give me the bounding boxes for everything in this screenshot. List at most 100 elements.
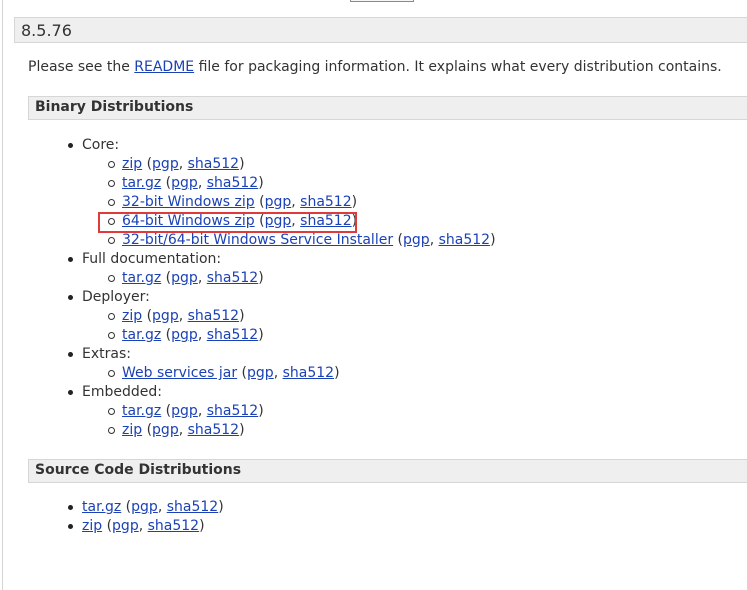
punct: ( (161, 175, 172, 191)
punct: ) (351, 194, 358, 210)
source-distributions-header: Source Code Distributions (28, 459, 747, 483)
punct: ) (258, 403, 264, 419)
punct: ( (161, 270, 172, 286)
punct: , (197, 270, 207, 286)
punct: , (197, 175, 207, 191)
punct: ) (258, 327, 264, 343)
punct: ) (239, 156, 245, 172)
pgp-link[interactable]: pgp (152, 422, 179, 438)
punct: , (138, 518, 148, 534)
embedded-zip-link[interactable]: zip (122, 422, 142, 438)
punct: , (197, 327, 207, 343)
intro-text: Please see the README file for packaging… (28, 59, 722, 75)
sha512-link[interactable]: sha512 (148, 518, 199, 534)
fulldoc-group: Full documentation: (68, 250, 496, 269)
list-item: zip (pgp, sha512) (108, 155, 496, 174)
deployer-label: Deployer: (82, 289, 150, 305)
core-service-installer-link[interactable]: 32-bit/64-bit Windows Service Installer (122, 232, 393, 248)
punct: , (197, 403, 207, 419)
binary-distributions-title: Binary Distributions (35, 99, 194, 115)
sha512-link[interactable]: sha512 (207, 403, 258, 419)
punct: ) (334, 365, 340, 381)
source-targz-link[interactable]: tar.gz (82, 499, 121, 515)
sha512-link[interactable]: sha512 (188, 156, 239, 172)
core-zip-link[interactable]: zip (122, 156, 142, 172)
deployer-targz-link[interactable]: tar.gz (122, 327, 161, 343)
embedded-targz-link[interactable]: tar.gz (122, 403, 161, 419)
sha512-link[interactable]: sha512 (188, 308, 239, 324)
sha512-link[interactable]: sha512 (439, 232, 490, 248)
extras-group: Extras: (68, 345, 496, 364)
pgp-link[interactable]: pgp (131, 499, 158, 515)
list-item: tar.gz (pgp, sha512) (108, 326, 496, 345)
extras-label: Extras: (82, 346, 131, 362)
fulldoc-label: Full documentation: (82, 251, 222, 267)
sha512-link[interactable]: sha512 (207, 175, 258, 191)
pgp-link[interactable]: pgp (171, 327, 198, 343)
readme-link[interactable]: README (134, 59, 194, 75)
list-item: zip (pgp, sha512) (108, 307, 496, 326)
top-search-box[interactable] (350, 0, 414, 2)
pgp-link[interactable]: pgp (403, 232, 430, 248)
pgp-link[interactable]: pgp (112, 518, 139, 534)
punct: ) (490, 232, 496, 248)
sha512-link[interactable]: sha512 (207, 327, 258, 343)
source-zip-link[interactable]: zip (82, 518, 102, 534)
highlight-box (98, 212, 357, 233)
intro-after: file for packaging information. It expla… (194, 59, 722, 75)
deployer-group: Deployer: (68, 288, 496, 307)
pgp-link[interactable]: pgp (171, 175, 198, 191)
punct: , (157, 499, 167, 515)
list-item: Web services jar (pgp, sha512) (108, 364, 496, 383)
punct: ) (199, 518, 205, 534)
pgp-link[interactable]: pgp (247, 365, 274, 381)
punct: , (429, 232, 439, 248)
punct: ( (102, 518, 113, 534)
list-item: zip (pgp, sha512) (68, 517, 224, 536)
left-border (2, 0, 3, 590)
version-title: 8.5.76 (21, 21, 72, 40)
punct: ) (258, 270, 264, 286)
punct: ( (161, 403, 172, 419)
punct: ( (237, 365, 248, 381)
embedded-group: Embedded: (68, 383, 496, 402)
core-win32-zip-link[interactable]: 32-bit Windows zip (122, 194, 255, 210)
punct: ( (142, 308, 153, 324)
list-item: tar.gz (pgp, sha512) (108, 269, 496, 288)
sha512-link[interactable]: sha512 (207, 270, 258, 286)
version-header: 8.5.76 (14, 17, 747, 43)
pgp-link[interactable]: pgp (265, 194, 292, 210)
sha512-link[interactable]: sha512 (188, 422, 239, 438)
punct: , (178, 156, 188, 172)
pgp-link[interactable]: pgp (171, 270, 198, 286)
punct: ( (121, 499, 132, 515)
list-item: tar.gz (pgp, sha512) (108, 402, 496, 421)
deployer-zip-link[interactable]: zip (122, 308, 142, 324)
punct: , (178, 308, 188, 324)
core-targz-link[interactable]: tar.gz (122, 175, 161, 191)
source-distributions-title: Source Code Distributions (35, 462, 242, 478)
pgp-link[interactable]: pgp (152, 308, 179, 324)
punct: ( (254, 194, 265, 210)
punct: ) (258, 175, 264, 191)
punct: ) (239, 308, 245, 324)
embedded-label: Embedded: (82, 384, 162, 400)
page: 8.5.76 Please see the README file for pa… (0, 0, 747, 590)
punct: , (273, 365, 283, 381)
pgp-link[interactable]: pgp (171, 403, 198, 419)
punct: ( (142, 156, 153, 172)
sha512-link[interactable]: sha512 (283, 365, 334, 381)
binary-distributions-list: Core: zip (pgp, sha512) tar.gz (pgp, sha… (68, 136, 496, 440)
pgp-link[interactable]: pgp (152, 156, 179, 172)
list-item: 32-bit/64-bit Windows Service Installer … (108, 231, 496, 250)
core-label: Core: (82, 137, 120, 153)
sha512-link[interactable]: sha512 (167, 499, 218, 515)
list-item: 32-bit Windows zip (pgp, sha512) (108, 193, 496, 212)
punct: ) (239, 422, 245, 438)
sha512-link[interactable]: sha512 (300, 194, 351, 210)
extras-webservices-link[interactable]: Web services jar (122, 365, 237, 381)
punct: , (291, 194, 301, 210)
fulldoc-targz-link[interactable]: tar.gz (122, 270, 161, 286)
list-item: tar.gz (pgp, sha512) (108, 174, 496, 193)
source-distributions-list: tar.gz (pgp, sha512) zip (pgp, sha512) (68, 498, 224, 536)
